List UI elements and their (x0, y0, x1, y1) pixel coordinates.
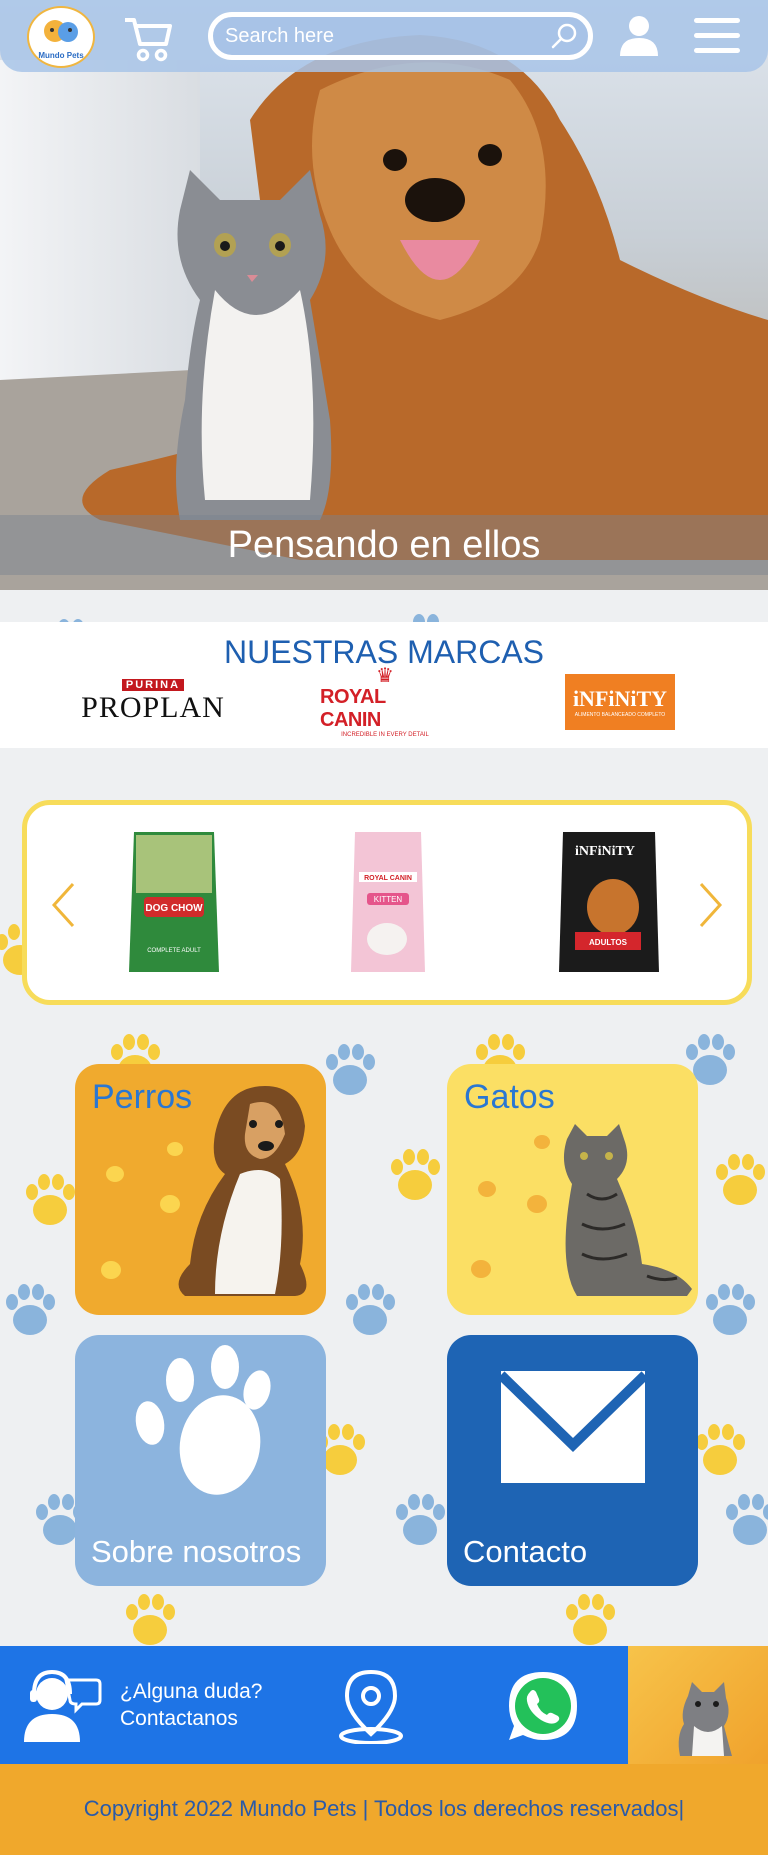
customer-support-icon (24, 1669, 102, 1742)
brand-infinity[interactable]: iNFiNiTY ALIMENTO BALANCEADO COMPLETO (565, 674, 675, 730)
kitten-image (628, 1646, 768, 1764)
user-account-icon[interactable] (618, 14, 660, 58)
category-sobre-nosotros-label: Sobre nosotros (91, 1534, 302, 1569)
search-input[interactable] (225, 23, 545, 49)
top-navigation-bar: Mundo Pets (0, 0, 768, 72)
shopping-cart-icon[interactable] (122, 14, 174, 62)
product-kitten-label: KITTEN (374, 895, 403, 904)
brand-royal-canin-name: ROYAL CANIN (320, 686, 386, 731)
product-infinity-adultos[interactable]: iNFiNiTY ADULTOS (555, 827, 663, 977)
hero-caption: Pensando en ellos (0, 515, 768, 575)
crown-icon: ♛ (376, 665, 394, 687)
footer: Copyright 2022 Mundo Pets | Todos los de… (0, 1764, 768, 1855)
location-pin-icon[interactable] (335, 1668, 407, 1744)
help-text-line1: ¿Alguna duda? (120, 1680, 263, 1703)
hero-pets-illustration (0, 35, 768, 590)
product-royal-canin-brand: ROYAL CANIN (364, 875, 412, 882)
category-perros[interactable]: Perros (75, 1064, 326, 1315)
category-sobre-nosotros[interactable]: Sobre nosotros (75, 1335, 326, 1586)
chevron-right-icon[interactable] (695, 880, 725, 930)
brands-section: NUESTRAS MARCAS PURINA PROPLAN ♛ ROYAL C… (0, 622, 768, 748)
category-gatos[interactable]: Gatos (447, 1064, 698, 1315)
product-carousel: DOG CHOW COMPLETE ADULT ROYAL CANIN KITT… (22, 800, 752, 1005)
product-infinity-brand: iNFiNiTY (575, 844, 635, 859)
copyright-text: Copyright 2022 Mundo Pets | Todos los de… (83, 1796, 685, 1821)
product-infinity-label: ADULTOS (589, 938, 628, 947)
product-royal-canin-kitten[interactable]: ROYAL CANIN KITTEN (347, 827, 429, 977)
chevron-left-icon[interactable] (49, 880, 79, 930)
search-box (208, 12, 593, 60)
mundo-pets-logo[interactable]: Mundo Pets (27, 6, 95, 68)
hero-banner: Pensando en ellos (0, 0, 768, 590)
brand-infinity-sub: ALIMENTO BALANCEADO COMPLETO (574, 712, 666, 718)
tabby-cat-image (471, 1124, 692, 1296)
brand-proplan[interactable]: PURINA PROPLAN (58, 674, 248, 730)
brand-proplan-name: PROPLAN (81, 691, 225, 724)
product-dog-chow-label: DOG CHOW (145, 903, 203, 914)
hamburger-menu-icon[interactable] (694, 16, 740, 56)
logo-text: Mundo Pets (38, 50, 84, 60)
beagle-image (101, 1086, 307, 1296)
brand-royal-canin-sub: INCREDIBLE IN EVERY DETAIL (341, 732, 429, 738)
whatsapp-icon[interactable] (505, 1668, 581, 1744)
brand-infinity-name: iNFiNiTY (572, 686, 668, 711)
product-dog-chow-sub: COMPLETE ADULT (147, 948, 201, 954)
brand-proplan-top: PURINA (121, 679, 185, 691)
pet-logo-icon (44, 19, 78, 42)
category-contacto-label: Contacto (463, 1534, 588, 1569)
help-text[interactable]: ¿Alguna duda? Contactanos (120, 1678, 262, 1732)
brand-royal-canin[interactable]: ♛ ROYAL CANIN INCREDIBLE IN EVERY DETAIL (320, 666, 450, 738)
search-icon[interactable] (550, 22, 578, 50)
product-dog-chow[interactable]: DOG CHOW COMPLETE ADULT (124, 827, 224, 977)
contact-bar: ¿Alguna duda? Contactanos (0, 1646, 628, 1764)
category-contacto[interactable]: Contacto (447, 1335, 698, 1586)
help-text-line2: Contactanos (120, 1707, 238, 1730)
